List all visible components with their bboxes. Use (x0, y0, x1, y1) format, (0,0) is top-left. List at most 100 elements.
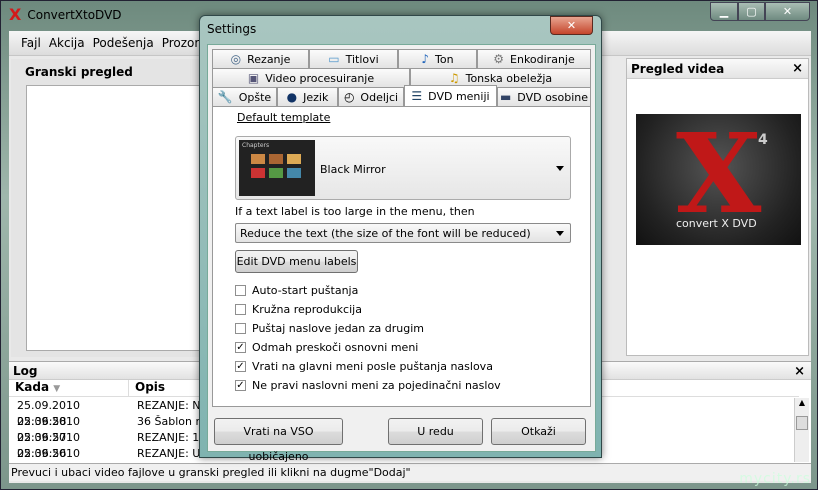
gear-icon: ⚙ (493, 52, 505, 66)
reset-defaults-button[interactable]: Vrati na VSO uobičajeno (214, 418, 343, 463)
menu-fajl[interactable]: Fajl (21, 36, 41, 50)
status-bar: Prevuci i ubaci video fajlove u granski … (9, 463, 811, 481)
tab-label: Enkodiranje (510, 52, 575, 66)
tab-label: Jezik (303, 90, 329, 104)
monitor-icon: ▬ (499, 90, 512, 104)
column-kada[interactable]: Kada ▼ (9, 380, 129, 396)
menu-akcija[interactable]: Akcija (49, 36, 85, 50)
log-time: 25.09.2010 02:36:57 (17, 415, 80, 444)
checkbox-label: Odmah preskoči osnovni meni (252, 340, 419, 354)
default-template-label: Default template (237, 111, 331, 124)
checkbox-unchecked[interactable] (235, 322, 246, 334)
tab-label: Tonska obeležja (465, 71, 553, 85)
log-title-text: Log (13, 364, 38, 378)
app-logo-icon: X (9, 5, 22, 24)
music-note-icon: ♪ (421, 52, 430, 66)
log-desc: REZANJE: N (137, 399, 201, 412)
tab-dvd-osobine[interactable]: ▬ DVD osobine (497, 87, 591, 106)
audio-folder-icon: ♫ (448, 71, 460, 85)
convertxtodvd-logo: X 4 convert X DVD (636, 114, 801, 245)
checkbox-item[interactable]: ✓ Odmah preskoči osnovni meni (235, 338, 501, 356)
tab-label: DVD meniji (428, 89, 490, 103)
globe-icon: ● (286, 90, 298, 104)
tab-odeljci[interactable]: ◴ Odeljci (338, 87, 404, 106)
log-desc: REZANJE: 1 (137, 431, 200, 444)
scroll-up-icon[interactable]: ▲ (795, 398, 809, 412)
template-thumbnail: Chapters (239, 140, 315, 196)
log-scrollbar[interactable]: ▲ (794, 398, 809, 462)
text-label-option-select[interactable]: Reduce the text (the size of the font wi… (235, 223, 571, 243)
checkbox-list: Auto-start puštanja Kružna reprodukcija Pu… (235, 281, 501, 395)
clock-icon: ◴ (343, 90, 355, 104)
checkbox-item[interactable]: Kružna reprodukcija (235, 300, 501, 318)
template-select[interactable]: Chapters Black Mirror (235, 136, 571, 200)
tab-jezik[interactable]: ● Jezik (277, 87, 338, 106)
chevron-down-icon (556, 231, 564, 236)
tab-label: Rezanje (247, 52, 291, 66)
tab-label: Titlovi (345, 52, 379, 66)
close-icon[interactable]: × (792, 61, 803, 76)
checkbox-label: Puštaj naslove jedan za drugim (252, 321, 425, 335)
tab-rezanje[interactable]: ◎ Rezanje (212, 49, 309, 68)
tree-view[interactable] (26, 85, 201, 351)
checkbox-unchecked[interactable] (235, 284, 246, 296)
text-label-rule: If a text label is too large in the menu… (235, 205, 475, 218)
tab-page-dvd-meniji: Default template Chapters Black Mirror I… (212, 106, 591, 407)
text-label-option-value: Reduce the text (the size of the font wi… (240, 227, 531, 240)
checkbox-checked[interactable]: ✓ (235, 379, 246, 391)
tab-ton[interactable]: ♪ Ton (398, 49, 477, 68)
video-preview-panel: Pregled videa × X 4 convert X DVD (626, 58, 809, 356)
column-opis[interactable]: Opis (129, 380, 165, 396)
disc-icon: ◎ (230, 52, 242, 66)
app-title: ConvertXtoDVD (27, 7, 122, 22)
tab-titlovi[interactable]: ▭ Titlovi (309, 49, 398, 68)
logo-x-icon: X (676, 114, 762, 238)
scroll-thumb[interactable] (796, 416, 808, 430)
menu-list-icon: ☰ (411, 89, 423, 103)
dialog-title: Settings (207, 22, 257, 36)
checkbox-checked[interactable]: ✓ (235, 360, 246, 372)
video-preview-title: Pregled videa (631, 62, 725, 76)
close-button[interactable]: ✕ (765, 2, 810, 21)
checkbox-label: Ne pravi naslovni meni za pojedinačni na… (252, 378, 501, 392)
tab-label: DVD osobine (517, 90, 589, 104)
tab-video-procesuiranje[interactable]: ▣ Video procesuiranje (212, 68, 410, 87)
log-desc: REZANJE: Uč (137, 447, 207, 460)
settings-dialog: Settings ✕ ◎ Rezanje ▭ Titlovi ♪ Ton ⚙ Enkod… (199, 15, 602, 463)
wrench-icon: 🔧 (217, 90, 233, 104)
chevron-down-icon (556, 166, 564, 171)
ok-button[interactable]: U redu (388, 418, 483, 445)
checkbox-label: Vrati na glavni meni posle puštanja nasl… (252, 359, 493, 373)
checkbox-unchecked[interactable] (235, 303, 246, 315)
tab-enkodiranje[interactable]: ⚙ Enkodiranje (477, 49, 591, 68)
tab-opste[interactable]: 🔧 Opšte (212, 87, 277, 106)
dialog-close-button[interactable]: ✕ (550, 16, 593, 35)
checkbox-label: Auto-start puštanja (252, 283, 359, 297)
tree-view-panel: Granski pregled (11, 59, 201, 357)
menu-prozor[interactable]: Prozor (162, 36, 200, 50)
maximize-button[interactable]: ▢ (738, 2, 765, 21)
video-preview-header: Pregled videa × (627, 59, 808, 79)
menu-podesenja[interactable]: Podešenja (93, 36, 154, 50)
edit-dvd-menu-labels-button[interactable]: Edit DVD menu labels (235, 250, 358, 273)
watermark: mycity.rs (739, 471, 811, 487)
checkbox-item[interactable]: Auto-start puštanja (235, 281, 501, 299)
tab-label: Ton (435, 52, 454, 66)
checkbox-item[interactable]: ✓ Vrati na glavni meni posle puštanja nas… (235, 357, 501, 375)
log-time: 25.09.2010 02:36:56 (17, 431, 80, 460)
minimize-button[interactable]: ▁ (710, 2, 738, 21)
checkbox-item[interactable]: Puštaj naslove jedan za drugim (235, 319, 501, 337)
title-bar: X ConvertXtoDVD (9, 5, 122, 24)
close-icon[interactable]: × (794, 364, 805, 379)
speech-bubble-icon: ▭ (328, 52, 340, 66)
sort-desc-icon: ▼ (53, 384, 61, 394)
tab-dvd-meniji[interactable]: ☰ DVD meniji (404, 85, 497, 106)
monitor-gear-icon: ▣ (247, 71, 260, 85)
checkbox-checked[interactable]: ✓ (235, 341, 246, 353)
checkbox-label: Kružna reprodukcija (252, 302, 362, 316)
cancel-button[interactable]: Otkaži (491, 418, 586, 445)
checkbox-item[interactable]: ✓ Ne pravi naslovni meni za pojedinačni n… (235, 376, 501, 394)
log-time: 25.09.2010 02:36:56 (17, 447, 80, 476)
template-value: Black Mirror (320, 163, 386, 176)
tab-label: Video procesuiranje (265, 71, 375, 85)
